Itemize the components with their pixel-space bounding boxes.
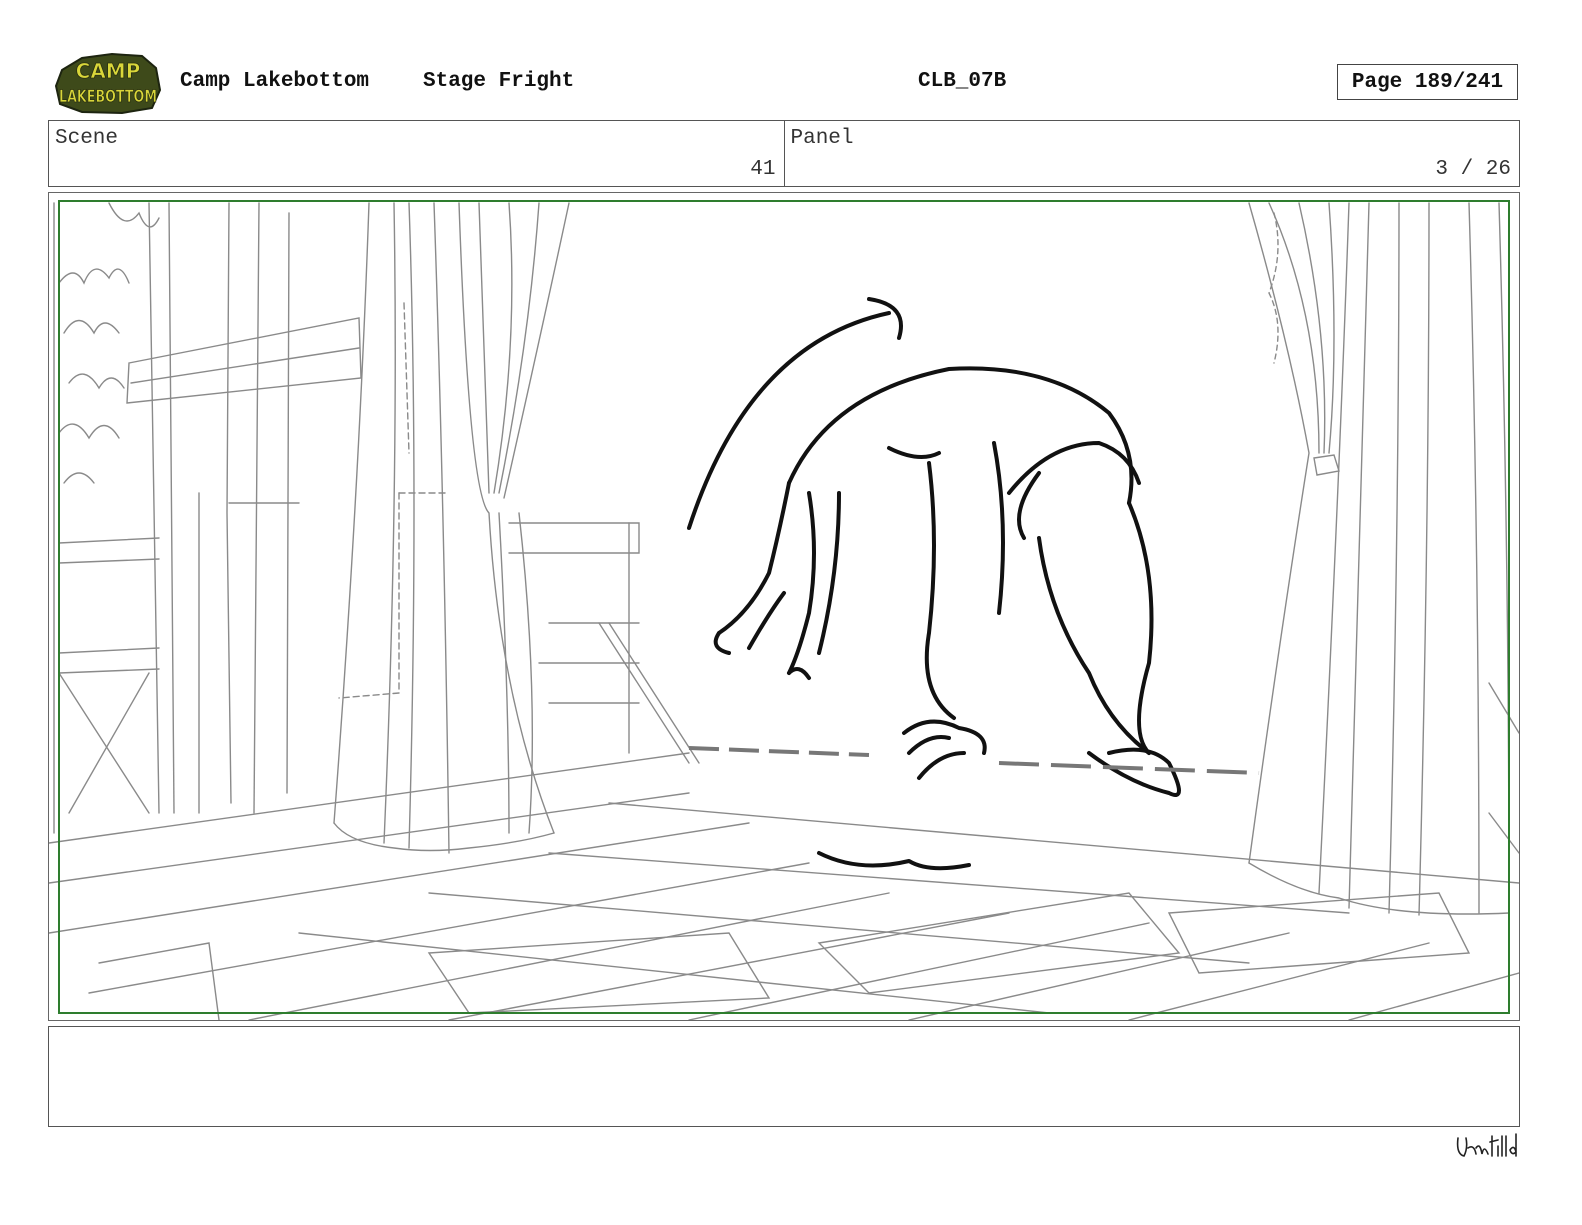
page-indicator: Page 189/241: [1337, 64, 1518, 100]
panel-cell: Panel 3 / 26: [783, 121, 1520, 186]
jamfilled-signature: [1454, 1130, 1520, 1164]
scene-cell: Scene 41: [49, 121, 784, 186]
episode-code: CLB_07B: [918, 70, 1007, 93]
scene-label: Scene: [55, 127, 119, 150]
notes-box: [48, 1026, 1520, 1127]
storyboard-panel: [48, 192, 1520, 1021]
panel-value: 3 / 26: [1435, 158, 1511, 181]
scene-value: 41: [750, 158, 776, 181]
page-label: Page 189/241: [1351, 70, 1504, 94]
scene-panel-info: Scene 41 Panel 3 / 26: [48, 120, 1520, 187]
storyboard-sketch: [49, 200, 1519, 1020]
logo-text-camp: CAMP: [76, 59, 141, 83]
panel-label: Panel: [790, 127, 854, 150]
camp-lakebottom-logo: CAMP LAKEBOTTOM: [52, 50, 164, 116]
show-title: Camp Lakebottom: [180, 70, 370, 93]
episode-title: Stage Fright: [423, 70, 575, 93]
logo-text-lakebottom: LAKEBOTTOM: [59, 87, 157, 107]
